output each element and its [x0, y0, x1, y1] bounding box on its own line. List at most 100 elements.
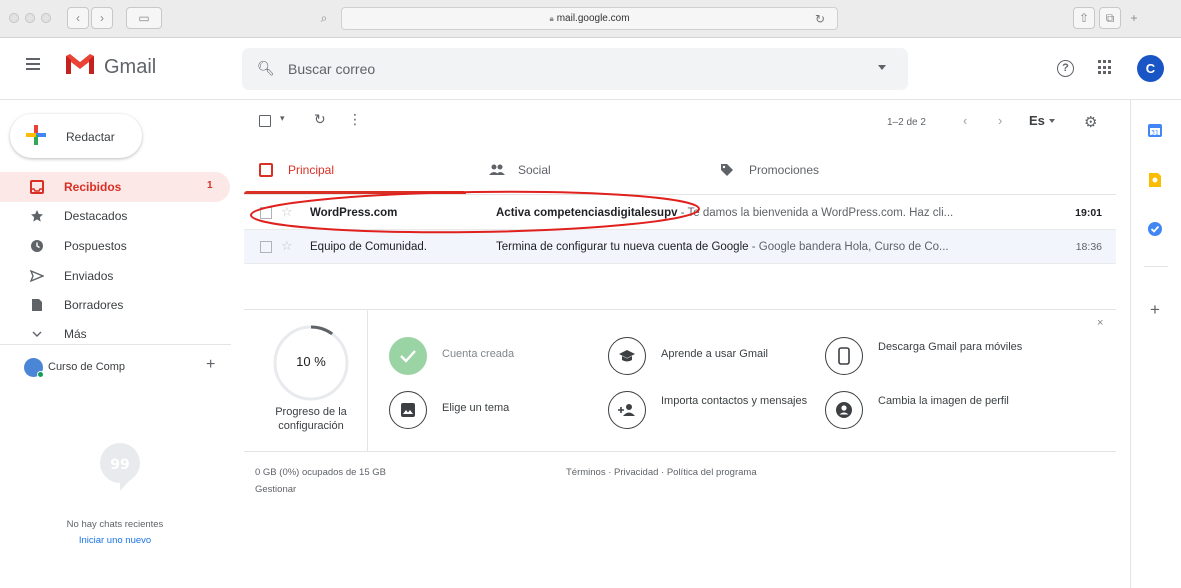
sidebar-item-drafts[interactable]: Borradores	[0, 290, 230, 320]
setup-step-mobile[interactable]: Descarga Gmail para móviles	[825, 337, 1035, 379]
draft-icon	[32, 299, 42, 311]
progress-label: Progreso de la configuración	[275, 406, 347, 432]
star-icon[interactable]: ☆	[281, 204, 293, 220]
tasks-icon[interactable]	[1147, 221, 1163, 237]
sidebar-item-starred[interactable]: Destacados	[0, 201, 230, 231]
compose-label: Redactar	[66, 130, 115, 144]
settings-gear-icon[interactable]: ⚙	[1084, 113, 1097, 131]
manage-storage-link[interactable]: Gestionar	[255, 484, 296, 495]
setup-step-learn-gmail[interactable]: Aprende a usar Gmail	[608, 337, 818, 379]
hangouts-user[interactable]: Curso de Comp +	[24, 356, 224, 380]
star-icon[interactable]: ☆	[281, 238, 293, 254]
email-sender: WordPress.com	[310, 207, 398, 219]
apps-grid-icon[interactable]	[1098, 60, 1113, 75]
online-status-icon	[37, 371, 44, 378]
compose-button[interactable]: Redactar	[10, 114, 142, 158]
sidebar-item-sent[interactable]: Enviados	[0, 261, 230, 291]
search-options-icon[interactable]	[878, 65, 886, 70]
account-avatar[interactable]: C	[1137, 55, 1164, 82]
gmail-header: Gmail 🔍︎ ? C	[0, 38, 1181, 100]
reload-icon[interactable]: ↻	[815, 12, 825, 26]
address-bar[interactable]: 🔒︎ mail.google.com ↻	[341, 7, 838, 30]
email-checkbox[interactable]	[260, 207, 272, 219]
email-subject-line: Activa competenciasdigitalesupv - Te dam…	[496, 207, 1021, 219]
sidebar-toggle-icon[interactable]: ▭	[126, 7, 162, 29]
unread-count-badge: 1	[207, 180, 213, 191]
newer-page-icon[interactable]: ‹	[963, 113, 967, 128]
close-icon[interactable]: ×	[1097, 317, 1103, 329]
gmail-logo-icon[interactable]	[64, 52, 96, 76]
storage-usage: 0 GB (0%) ocupados de 15 GB	[255, 467, 386, 478]
tab-principal[interactable]: Principal	[244, 152, 474, 194]
step-label: Aprende a usar Gmail	[661, 348, 768, 360]
window-minimize-button[interactable]	[25, 13, 35, 23]
sidebar-divider	[0, 344, 231, 345]
start-chat-link[interactable]: Iniciar uno nuevo	[0, 535, 230, 546]
setup-divider	[367, 310, 368, 452]
sidebar-item-label: Enviados	[64, 269, 114, 283]
sidebar-item-label: Más	[64, 327, 87, 341]
sidebar-item-snoozed[interactable]: Pospuestos	[0, 231, 230, 261]
add-addon-icon[interactable]: +	[1150, 300, 1160, 320]
step-label: Descarga Gmail para móviles	[878, 341, 1023, 353]
new-tab-icon[interactable]: +	[1123, 7, 1145, 29]
setup-step-import[interactable]: Importa contactos y mensajes	[608, 391, 818, 433]
tab-label: Principal	[288, 163, 335, 177]
graduation-cap-icon	[608, 337, 646, 375]
input-tools-chevron-icon[interactable]	[1049, 119, 1055, 123]
email-sender: Equipo de Comunidad.	[310, 241, 427, 253]
more-options-icon[interactable]: ⋮	[348, 111, 362, 128]
refresh-icon[interactable]: ↻	[314, 111, 326, 128]
older-page-icon[interactable]: ›	[998, 113, 1002, 128]
clock-icon	[31, 240, 43, 252]
input-tools-button[interactable]: Es	[1029, 113, 1045, 128]
new-conversation-icon[interactable]: +	[206, 356, 215, 374]
tab-promociones[interactable]: Promociones	[705, 152, 935, 194]
forward-icon[interactable]: ›	[91, 7, 113, 29]
sidebar-item-label: Recibidos	[64, 180, 122, 194]
sidebar-item-inbox[interactable]: Recibidos 1	[0, 172, 230, 202]
lock-icon: 🔒︎	[549, 13, 554, 23]
keep-icon[interactable]	[1147, 172, 1163, 188]
account-icon	[825, 391, 863, 429]
tab-social[interactable]: Social	[474, 152, 704, 194]
calendar-icon[interactable]: 31	[1147, 122, 1163, 138]
footer-links[interactable]: Términos · Privacidad · Política del pro…	[566, 467, 757, 478]
back-icon[interactable]: ‹	[67, 7, 89, 29]
setup-progress-card: 10 % Progreso de la configuración Cuenta…	[244, 309, 1116, 452]
email-subject: Termina de configurar tu nueva cuenta de…	[496, 241, 749, 253]
email-snippet: - Google bandera Hola, Curso de Co...	[748, 241, 949, 253]
inbox-icon	[30, 180, 44, 194]
hangouts-user-name: Curso de Comp	[48, 361, 126, 373]
main-menu-icon[interactable]	[26, 58, 40, 73]
email-row[interactable]: ☆ Equipo de Comunidad. Termina de config…	[244, 230, 1116, 264]
image-icon	[389, 391, 427, 429]
search-input[interactable]	[288, 59, 848, 79]
setup-step-theme[interactable]: Elige un tema	[389, 391, 599, 433]
tabs-icon[interactable]: ⧉	[1099, 7, 1121, 29]
window-close-button[interactable]	[9, 13, 19, 23]
star-icon	[31, 210, 43, 222]
search-icon[interactable]: ⌕	[312, 7, 336, 29]
check-icon	[389, 337, 427, 375]
rail-divider	[1144, 266, 1168, 267]
email-row[interactable]: ☆ WordPress.com Activa competenciasdigit…	[244, 196, 1116, 230]
search-bar[interactable]: 🔍︎	[242, 48, 908, 90]
svg-text:99: 99	[110, 457, 129, 473]
email-subject-line: Termina de configurar tu nueva cuenta de…	[496, 241, 1021, 253]
select-menu-chevron-icon[interactable]: ▾	[280, 113, 285, 124]
email-checkbox[interactable]	[260, 241, 272, 253]
side-panel-divider	[1130, 100, 1131, 588]
url-text: mail.google.com	[556, 13, 630, 24]
setup-step-profile-picture[interactable]: Cambia la imagen de perfil	[825, 391, 1035, 433]
email-time: 19:01	[1075, 207, 1102, 219]
inbox-icon	[259, 163, 273, 177]
help-icon[interactable]: ?	[1057, 60, 1074, 77]
window-zoom-button[interactable]	[41, 13, 51, 23]
share-icon[interactable]: ⇧	[1073, 7, 1095, 29]
select-all-checkbox[interactable]	[259, 115, 271, 127]
search-icon[interactable]: 🔍︎	[257, 60, 275, 77]
pagination-text: 1–2 de 2	[887, 117, 926, 128]
send-icon	[30, 269, 44, 283]
step-label: Cambia la imagen de perfil	[878, 395, 1009, 407]
